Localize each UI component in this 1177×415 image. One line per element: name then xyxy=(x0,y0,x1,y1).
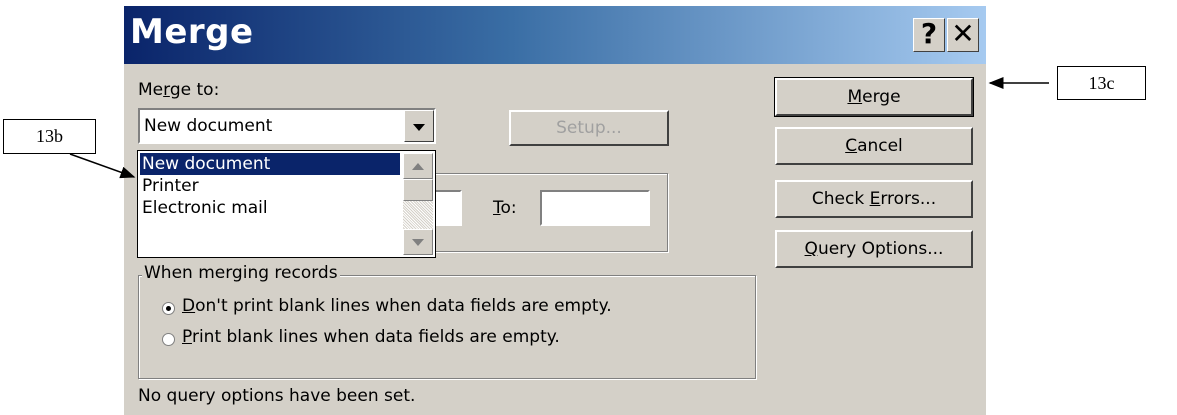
radio-selected-dot xyxy=(166,306,171,311)
when-merging-records-label: When merging records xyxy=(142,263,340,283)
merge-to-listbox[interactable]: New document Printer Electronic mail xyxy=(137,150,436,258)
query-options-label: uery Options... xyxy=(817,239,944,259)
close-button[interactable]: ✕ xyxy=(947,18,979,52)
callout-13b: 13b xyxy=(3,119,96,154)
listbox-scrollbar[interactable] xyxy=(403,153,433,255)
callout-13b-label: 13b xyxy=(36,126,63,146)
scroll-down-button[interactable] xyxy=(403,229,433,255)
callout-13c-label: 13c xyxy=(1088,73,1115,93)
close-icon: ✕ xyxy=(951,17,975,50)
merge-to-label-part: ge to: xyxy=(169,80,220,100)
help-button[interactable]: ? xyxy=(913,18,945,52)
dialog-title: Merge xyxy=(130,12,254,52)
merge-to-value: New document xyxy=(144,116,273,136)
cancel-button[interactable]: Cancel xyxy=(775,127,973,165)
chevron-up-icon xyxy=(412,163,424,170)
dropdown-arrow-button[interactable] xyxy=(404,110,434,142)
check-errors-button[interactable]: Check Errors... xyxy=(775,180,973,218)
option1-accel: D xyxy=(182,296,196,316)
cancel-button-accel: C xyxy=(845,136,858,156)
setup-button[interactable]: Setup... xyxy=(509,110,669,146)
help-icon: ? xyxy=(920,17,938,50)
print-blank-radio[interactable] xyxy=(162,333,175,346)
list-item-electronic-mail[interactable]: Electronic mail xyxy=(140,197,400,219)
setup-button-label: Setup... xyxy=(556,118,622,138)
print-blank-label[interactable]: Print blank lines when data fields are e… xyxy=(182,327,560,347)
to-label-accel: T xyxy=(493,198,501,218)
list-item-new-document[interactable]: New document xyxy=(140,153,400,175)
callout-13c: 13c xyxy=(1057,66,1146,100)
scroll-thumb[interactable] xyxy=(403,179,433,201)
option2-accel: P xyxy=(182,327,192,347)
title-bar[interactable]: Merge ? ✕ xyxy=(124,6,986,64)
status-text: No query options have been set. xyxy=(138,386,416,406)
cancel-button-label: ancel xyxy=(857,136,903,156)
merge-to-label-part: Me xyxy=(138,80,164,100)
merge-button-accel: M xyxy=(847,87,863,107)
dont-print-blank-label[interactable]: Don't print blank lines when data fields… xyxy=(182,296,612,316)
check-errors-label-part: rrors... xyxy=(880,189,937,209)
merge-to-dropdown[interactable]: New document xyxy=(138,108,436,144)
query-options-accel: Q xyxy=(804,239,818,259)
scroll-up-button[interactable] xyxy=(403,153,433,179)
check-errors-accel: E xyxy=(869,189,881,209)
chevron-down-icon xyxy=(412,239,424,246)
merge-button-label: erge xyxy=(862,87,901,107)
query-options-button[interactable]: Query Options... xyxy=(775,230,973,268)
option2-text: rint blank lines when data fields are em… xyxy=(191,327,560,347)
check-errors-label-part: Check xyxy=(811,189,870,209)
merge-to-label: Merge to: xyxy=(138,80,219,100)
option1-text: on't print blank lines when data fields … xyxy=(195,296,612,316)
list-item-printer[interactable]: Printer xyxy=(140,175,400,197)
dont-print-blank-radio[interactable] xyxy=(162,302,175,315)
merge-button[interactable]: Merge xyxy=(774,77,974,117)
to-label-part: o: xyxy=(500,198,517,218)
merge-dialog: Merge ? ✕ Merge to: New document Setup..… xyxy=(124,6,986,415)
to-label: To: xyxy=(493,198,517,218)
to-field[interactable] xyxy=(540,190,650,226)
merge-to-label-accel: r xyxy=(163,80,170,100)
chevron-down-icon xyxy=(413,124,425,131)
